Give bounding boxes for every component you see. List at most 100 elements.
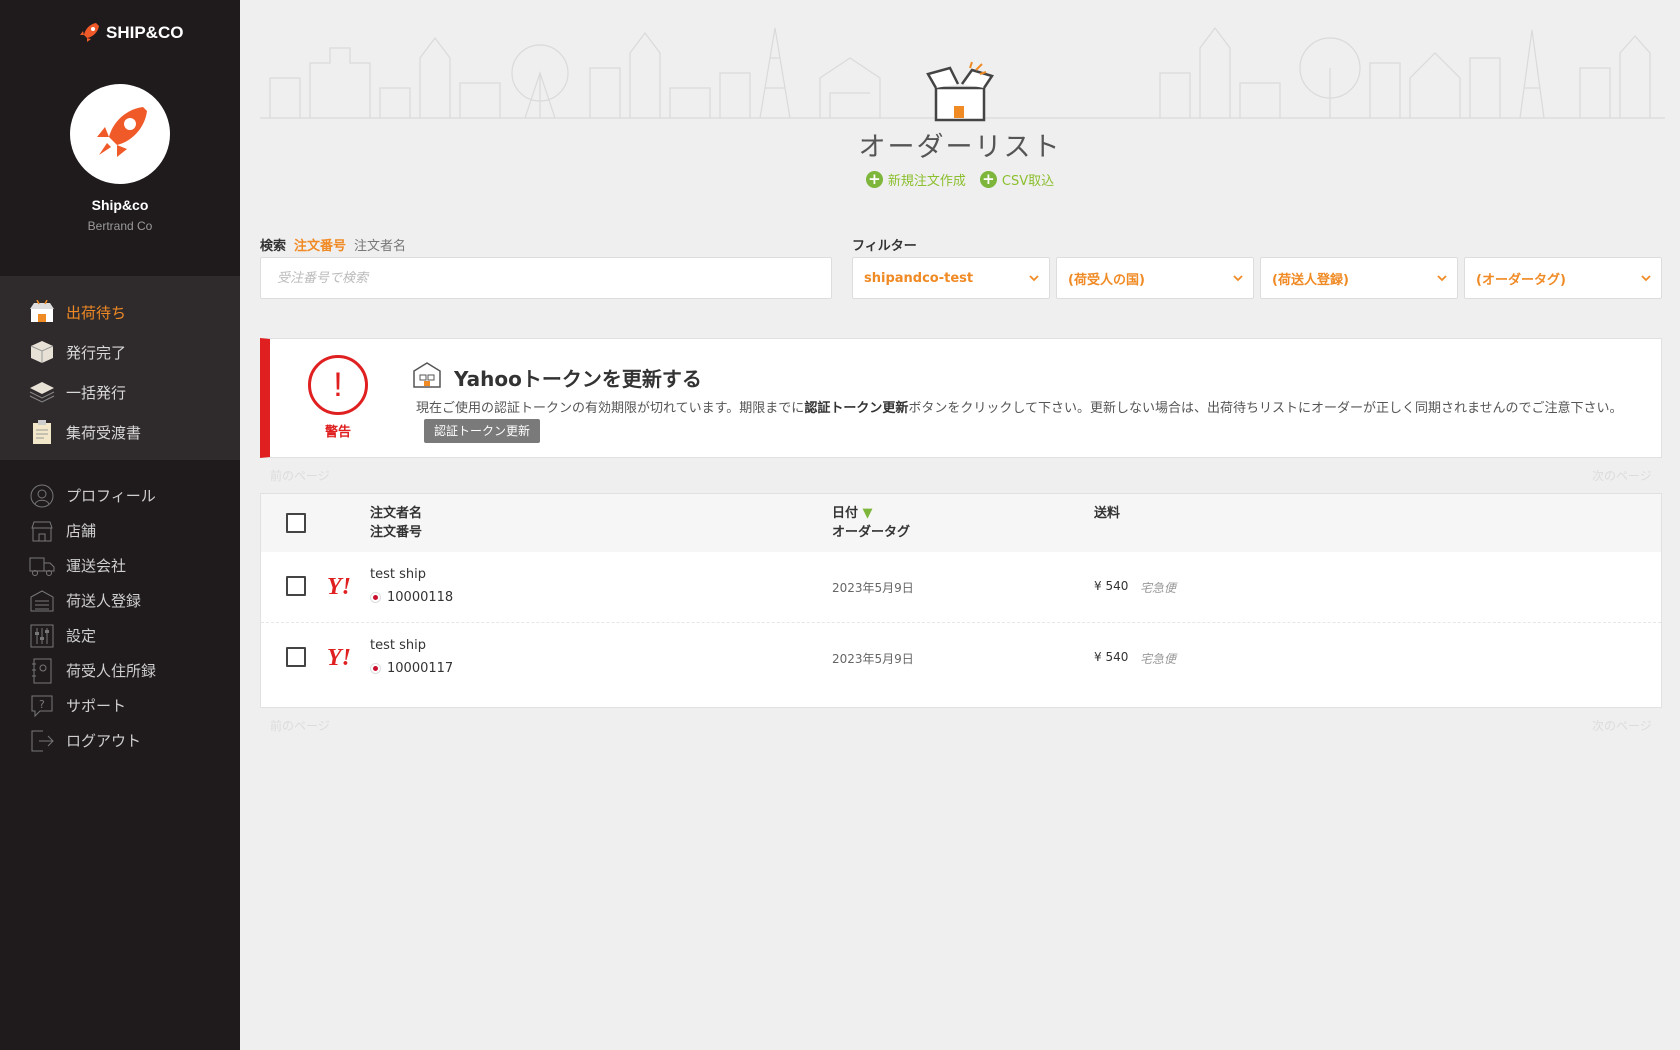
customer-name[interactable]: test ship [370, 567, 426, 582]
warehouse-icon [28, 587, 56, 615]
sidebar-item-label: 荷送人登録 [66, 592, 142, 610]
search-input[interactable] [260, 257, 832, 299]
col-date: 日付 [832, 506, 859, 521]
yahoo-icon: Y! [327, 574, 351, 600]
next-page-link[interactable]: 次のページ [1592, 467, 1652, 484]
chevron-down-icon [1641, 275, 1651, 282]
tag-filter-select[interactable]: (オーダータグ) [1464, 257, 1662, 299]
select-all-checkbox[interactable] [286, 513, 306, 533]
yahoo-icon: Y! [327, 645, 351, 671]
clipboard-icon [28, 418, 56, 446]
account-name: Ship&co [91, 197, 149, 213]
col-customer: 注文者名 [370, 506, 423, 521]
next-page-link-bottom[interactable]: 次のページ [1592, 717, 1652, 734]
stack-icon [28, 378, 56, 406]
alert-body-1: 現在ご使用の認証トークンの有効期限が切れています。期限までに [416, 401, 805, 416]
sidebar-item-bulk[interactable]: 一括発行 [0, 372, 240, 412]
chevron-down-icon [1437, 275, 1447, 282]
shipping-service: 宅急便 [1140, 652, 1177, 666]
sidebar-item-carriers[interactable]: 運送会社 [0, 548, 240, 583]
main-content: オーダーリスト + 新規注文作成 + CSV取込 検索 注文番号 注文者名 フィ… [240, 0, 1680, 1050]
token-expired-alert: ! 警告 Yahooトークンを更新する 現在ご使用の認証トークンの有効期限が切れ… [260, 338, 1662, 458]
row-checkbox[interactable] [286, 647, 306, 667]
country-filter-select[interactable]: (荷受人の国) [1056, 257, 1254, 299]
sidebar-item-address-book[interactable]: 荷受人住所録 [0, 653, 240, 688]
prev-page-link[interactable]: 前のページ [270, 467, 330, 484]
new-order-label: 新規注文作成 [887, 174, 966, 189]
sidebar-item-issued[interactable]: 発行完了 [0, 332, 240, 372]
sidebar-item-label: 一括発行 [66, 383, 127, 402]
svg-text:?: ? [39, 698, 45, 711]
address-book-icon [28, 657, 56, 685]
renew-token-button[interactable]: 認証トークン更新 [424, 419, 541, 443]
select-value: (荷送人登録) [1272, 272, 1349, 288]
sidebar-item-profile[interactable]: プロフィール [0, 478, 240, 513]
alert-message: 現在ご使用の認証トークンの有効期限が切れています。期限までに認証トークン更新ボタ… [416, 399, 1656, 443]
sidebar-item-settings[interactable]: 設定 [0, 618, 240, 653]
select-value: (荷受人の国) [1068, 272, 1145, 288]
alert-title: Yahooトークンを更新する [454, 367, 702, 391]
header-actions: + 新規注文作成 + CSV取込 [240, 170, 1680, 189]
sidebar-item-support[interactable]: ? サポート [0, 688, 240, 723]
order-date: 2023年5月9日 [832, 581, 914, 595]
sidebar-item-label: 店舗 [66, 522, 97, 540]
search-tab-order-no[interactable]: 注文番号 [294, 235, 346, 254]
sidebar-item-label: 設定 [66, 627, 97, 645]
table-row[interactable]: Y! test ship 10000118 2023年5月9日 ¥ 540 宅急… [261, 552, 1661, 623]
shop-icon [28, 517, 56, 545]
shipping-price: ¥ 540 [1094, 579, 1129, 593]
sort-desc-icon: ▼ [862, 506, 873, 521]
shipping-service: 宅急便 [1140, 581, 1177, 595]
search-tab-customer[interactable]: 注文者名 [354, 235, 406, 254]
sidebar-item-senders[interactable]: 荷送人登録 [0, 583, 240, 618]
sidebar-item-pickup[interactable]: 集荷受渡書 [0, 412, 240, 452]
sender-filter-select[interactable]: (荷送人登録) [1260, 257, 1458, 299]
sidebar-item-pending[interactable]: 出荷待ち [0, 292, 240, 332]
filter-label: フィルター [852, 239, 917, 254]
col-order-no: 注文番号 [370, 525, 423, 540]
new-order-button[interactable]: + 新規注文作成 [865, 170, 966, 189]
nav-secondary: プロフィール 店舗 運送会社 荷送人登録 設定 荷受人住所録 ? サポート ログ [0, 478, 240, 758]
logout-icon [28, 727, 56, 755]
order-number-value: 10000117 [387, 661, 454, 676]
chevron-down-icon [1233, 275, 1243, 282]
warning-icon: ! [308, 355, 368, 415]
table-row[interactable]: Y! test ship 10000117 2023年5月9日 ¥ 540 宅急… [261, 623, 1661, 694]
order-number-value: 10000118 [387, 590, 454, 605]
column-header-customer[interactable]: 注文者名 注文番号 [370, 504, 422, 542]
sidebar-item-label: サポート [66, 697, 127, 715]
help-icon: ? [28, 692, 56, 720]
search-label-row: 検索 注文番号 注文者名 [260, 235, 406, 254]
brand-name: SHIP&CO [106, 23, 184, 42]
select-value: (オーダータグ) [1476, 272, 1566, 288]
csv-import-button[interactable]: + CSV取込 [979, 170, 1054, 189]
order-date: 2023年5月9日 [832, 652, 914, 666]
sidebar-item-label: プロフィール [66, 487, 156, 505]
alert-body-2: ボタンをクリックして下さい。更新しない場合は、出荷待ちリストにオーダーが正しく同… [908, 401, 1623, 416]
truck-icon [28, 552, 56, 580]
account-company: Bertrand Co [87, 219, 153, 233]
avatar[interactable] [70, 84, 170, 184]
plus-icon: + [865, 171, 883, 188]
sidebar-item-label: 荷受人住所録 [66, 662, 157, 680]
shop-filter-select[interactable]: shipandco-test [852, 257, 1050, 299]
sidebar-item-label: 発行完了 [66, 343, 127, 362]
rocket-logo-icon [80, 23, 99, 42]
nav-primary: 出荷待ち 発行完了 一括発行 集荷受渡書 [0, 276, 240, 460]
row-checkbox[interactable] [286, 576, 306, 596]
warehouse-icon [413, 362, 441, 388]
select-value: shipandco-test [864, 270, 974, 286]
column-header-shipping[interactable]: 送料 [1094, 504, 1120, 523]
sidebar-item-shops[interactable]: 店舗 [0, 513, 240, 548]
japan-flag-icon [370, 592, 381, 603]
chevron-down-icon [1029, 275, 1039, 282]
brand-logo[interactable]: SHIP&CO [76, 20, 183, 46]
order-number: 10000117 [370, 661, 453, 676]
column-header-date[interactable]: 日付 ▼ オーダータグ [832, 504, 910, 542]
prev-page-link-bottom[interactable]: 前のページ [270, 717, 330, 734]
customer-name[interactable]: test ship [370, 638, 426, 653]
alert-body-bold: 認証トークン更新 [804, 401, 909, 416]
shipping-price: ¥ 540 [1094, 650, 1129, 664]
sidebar-item-label: ログアウト [66, 732, 142, 750]
sidebar-item-logout[interactable]: ログアウト [0, 723, 240, 758]
